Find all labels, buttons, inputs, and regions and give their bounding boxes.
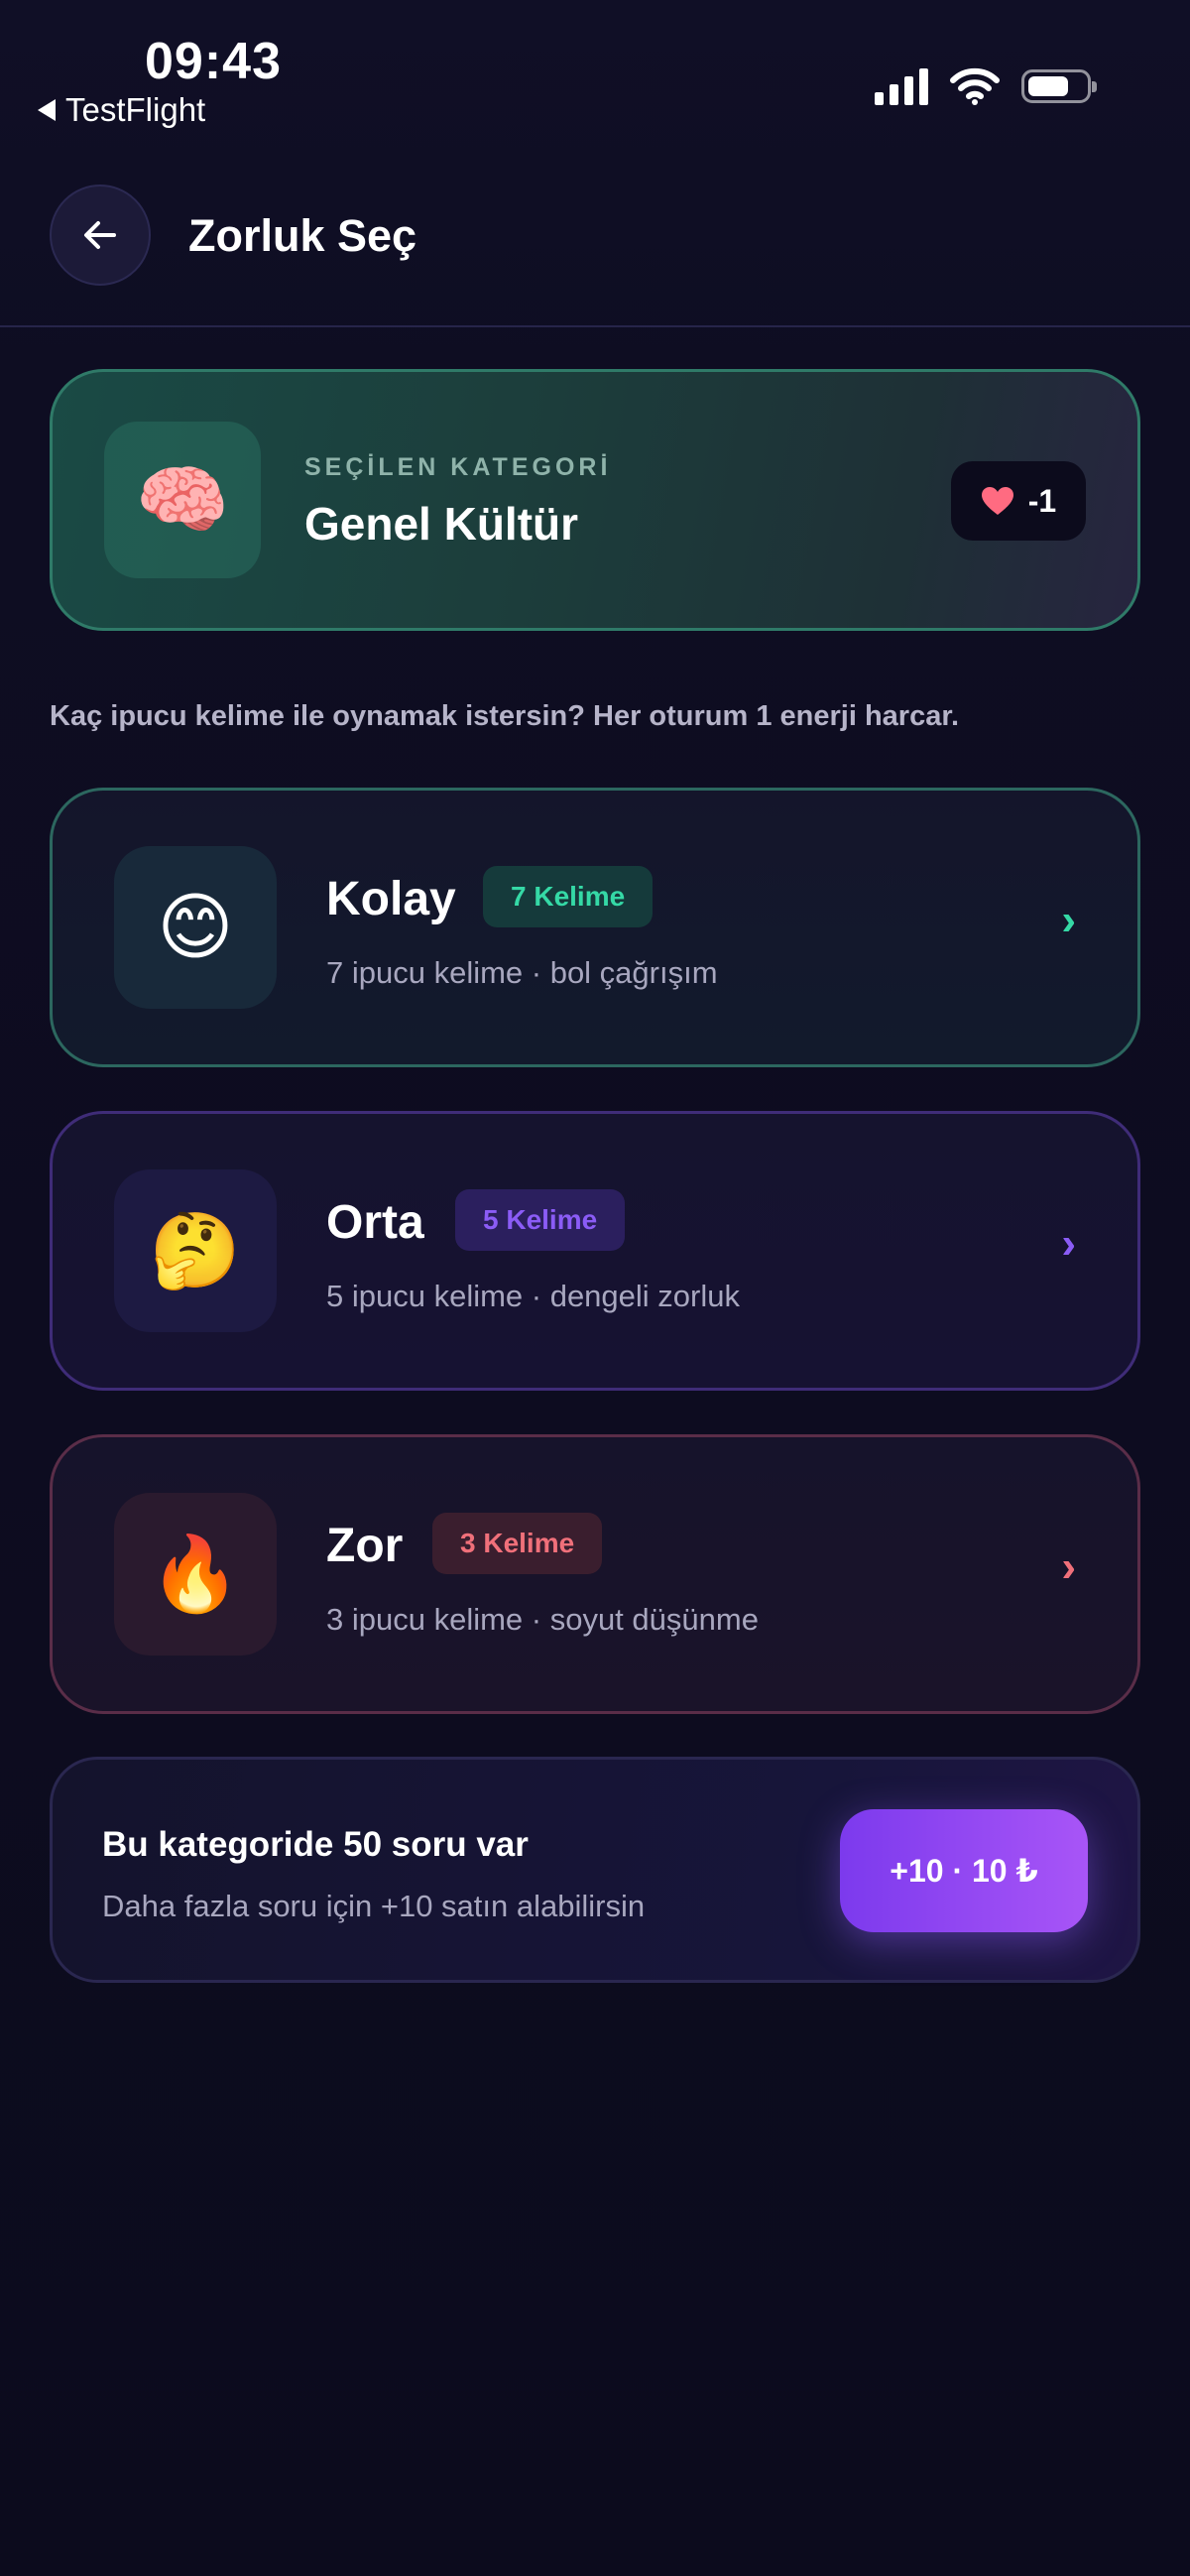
purchase-title: Bu kategoride 50 soru var (102, 1825, 529, 1864)
status-time: 09:43 (145, 33, 282, 90)
chevron-right-icon: › (1061, 896, 1076, 944)
difficulty-title: Kolay (326, 873, 456, 925)
difficulty-card-zor[interactable]: 🔥 Zor 3 Kelime 3 ipucu kelime · soyut dü… (50, 1434, 1140, 1714)
word-count-badge: 3 Kelime (432, 1513, 603, 1574)
buy-more-questions-button[interactable]: +10 · 10 ₺ (840, 1809, 1088, 1932)
energy-badge: -1 (951, 461, 1086, 541)
word-count-badge: 5 Kelime (455, 1189, 626, 1251)
back-app-label: TestFlight (65, 91, 206, 128)
difficulty-title: Orta (326, 1196, 424, 1249)
chevron-right-icon: › (1061, 1219, 1076, 1268)
instruction-text: Kaç ipucu kelime ile oynamak istersin? H… (50, 700, 960, 732)
difficulty-card-orta[interactable]: 🤔 Orta 5 Kelime 5 ipucu kelime · dengeli… (50, 1111, 1140, 1391)
heart-icon (981, 487, 1013, 515)
status-icons (875, 67, 1097, 105)
smile-icon: 😊 (114, 846, 277, 1009)
selected-category-card: 🧠 SEÇİLEN KATEGORİ Genel Kültür -1 (50, 369, 1140, 631)
word-count-badge: 7 Kelime (483, 866, 654, 927)
signal-icon (875, 67, 928, 105)
page-title: Zorluk Seç (188, 210, 417, 261)
battery-icon (1021, 69, 1097, 103)
purchase-card: Bu kategoride 50 soru var Daha fazla sor… (50, 1757, 1140, 1983)
wifi-icon (950, 67, 1000, 105)
back-button[interactable] (50, 184, 151, 286)
difficulty-card-kolay[interactable]: 😊 Kolay 7 Kelime 7 ipucu kelime · bol ça… (50, 788, 1140, 1067)
category-eyebrow: SEÇİLEN KATEGORİ (304, 453, 612, 481)
energy-value: -1 (1027, 482, 1057, 519)
difficulty-description: 7 ipucu kelime · bol çağrışım (326, 955, 718, 990)
chevron-right-icon: › (1061, 1542, 1076, 1591)
difficulty-description: 5 ipucu kelime · dengeli zorluk (326, 1279, 740, 1313)
fire-icon: 🔥 (114, 1493, 277, 1656)
brain-icon: 🧠 (104, 422, 261, 578)
header: Zorluk Seç (0, 179, 1190, 327)
back-triangle-icon (38, 99, 56, 121)
purchase-subtitle: Daha fazla soru için +10 satın alabilirs… (102, 1889, 646, 1923)
category-name: Genel Kültür (304, 498, 579, 550)
thinking-face-icon: 🤔 (114, 1169, 277, 1332)
back-to-app-link[interactable]: TestFlight (38, 91, 205, 129)
screen: 09:43 TestFlight Zorluk Seç 🧠 SEÇİLEN KA… (0, 0, 1190, 2576)
difficulty-title: Zor (326, 1520, 404, 1572)
arrow-left-icon (84, 221, 116, 249)
difficulty-description: 3 ipucu kelime · soyut düşünme (326, 1602, 759, 1637)
